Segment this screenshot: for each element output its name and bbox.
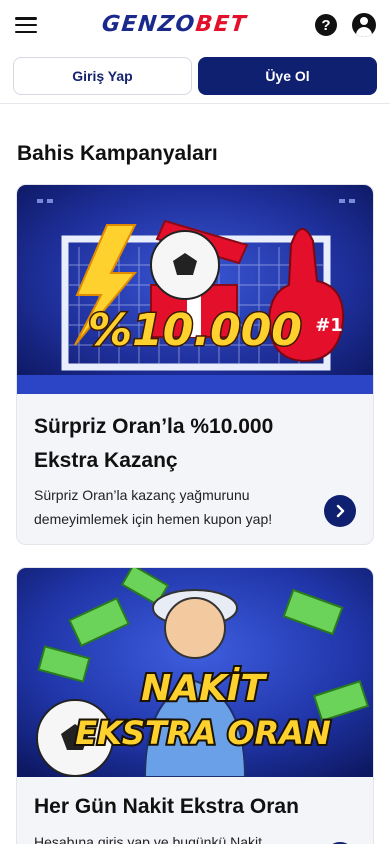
campaign-banner-image: %10.000 #1	[17, 185, 373, 394]
header-divider	[0, 103, 390, 104]
logo-part-genzo: GENZO	[100, 11, 197, 37]
campaign-title: Sürpriz Oran’la %10.000 Ekstra Kazanç	[34, 415, 274, 472]
campaign-description: Hesabına giriş yap ve bugünkü Nakit	[34, 834, 263, 844]
logo[interactable]: GENZO BET	[101, 11, 249, 37]
user-account-icon[interactable]	[352, 13, 376, 37]
top-bar: GENZO BET ?	[0, 0, 390, 50]
hamburger-menu-icon[interactable]	[14, 13, 38, 37]
campaign-title: Her Gün Nakit Ekstra Oran	[34, 795, 299, 818]
foam-finger-text: #1	[315, 315, 343, 336]
campaign-card[interactable]: %10.000 #1 Sürpriz Oran’la %10.000 Ekstr…	[16, 184, 374, 545]
logo-part-bet: BET	[194, 11, 249, 37]
page-title: Bahis Kampanyaları	[17, 142, 218, 165]
campaign-card[interactable]: NAKİT EKSTRA ORAN Her Gün Nakit Ekstra O…	[16, 567, 374, 844]
campaign-description: Sürpriz Oran’la kazanç yağmurunu demeyim…	[34, 487, 273, 527]
help-icon[interactable]: ?	[315, 14, 337, 36]
banner-line2: EKSTRA ORAN	[75, 714, 331, 752]
banner-line1: NAKİT	[141, 667, 267, 709]
campaign-banner-image: NAKİT EKSTRA ORAN	[17, 568, 373, 777]
login-button[interactable]: Giriş Yap	[13, 57, 192, 95]
chevron-right-icon[interactable]	[324, 495, 356, 527]
banner-percent-text: %10.000	[88, 305, 302, 356]
signup-button[interactable]: Üye Ol	[198, 57, 377, 95]
